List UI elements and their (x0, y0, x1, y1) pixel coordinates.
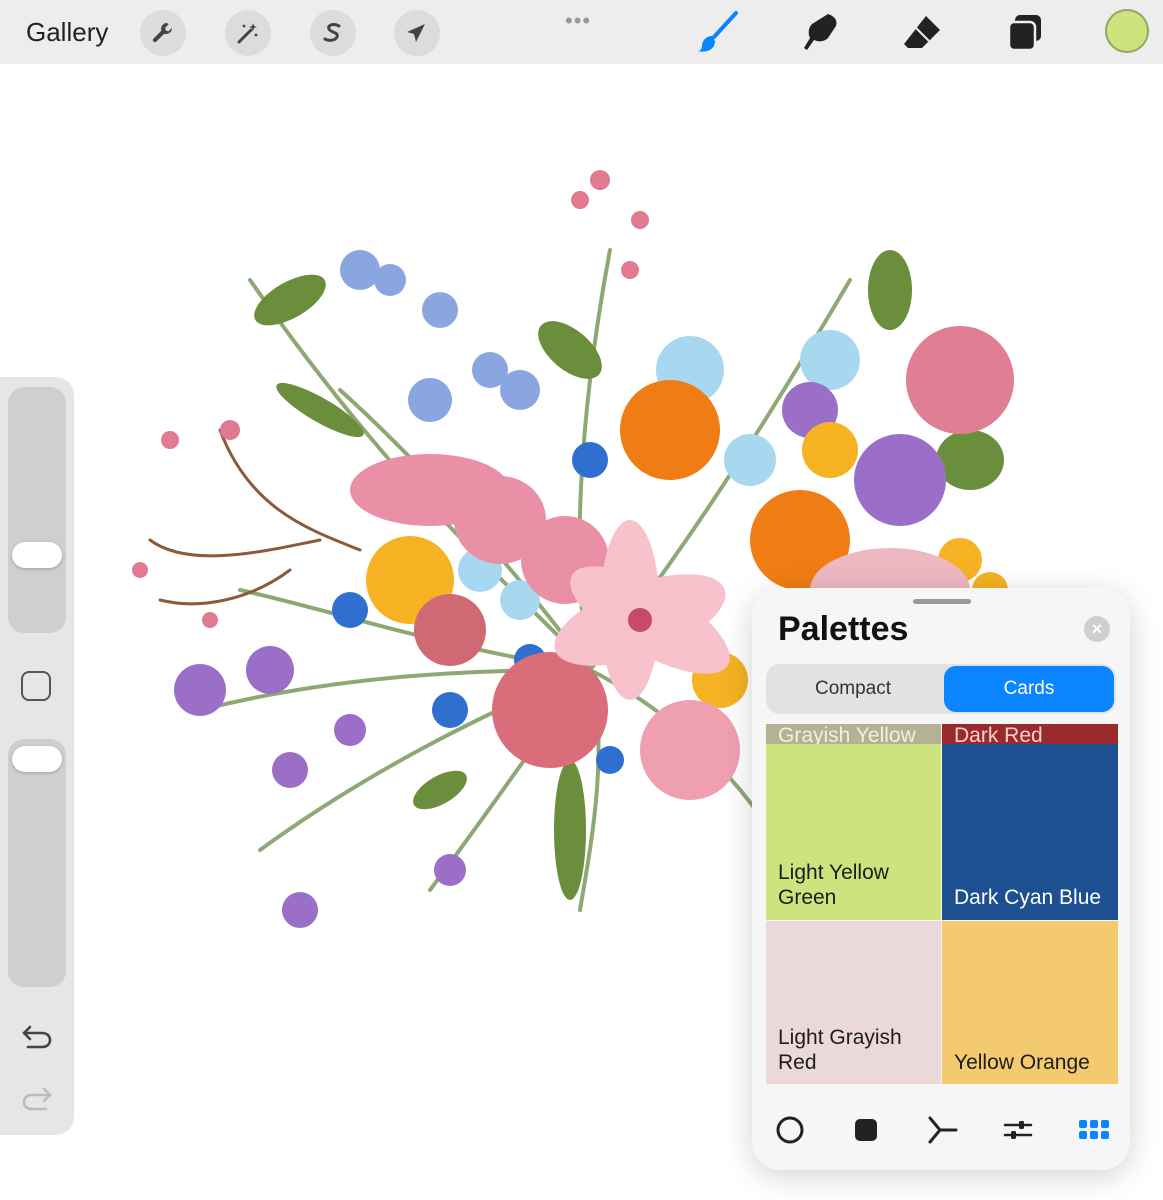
close-icon[interactable]: × (1084, 616, 1110, 642)
panel-grabber[interactable] (913, 599, 971, 604)
transform-arrow-icon[interactable] (394, 10, 440, 56)
classic-square-icon[interactable] (846, 1110, 886, 1150)
opacity-slider[interactable] (8, 739, 66, 987)
card-label: Yellow Orange (954, 1051, 1090, 1074)
card-label: Dark Cyan Blue (954, 886, 1102, 909)
tab-cards[interactable]: Cards (944, 666, 1114, 712)
brush-size-thumb[interactable] (12, 542, 62, 568)
actions-wrench-icon[interactable] (140, 10, 186, 56)
color-card-light-grayish-red[interactable]: Light Grayish Red (766, 921, 941, 1084)
undo-icon[interactable] (20, 1021, 54, 1051)
selection-s-icon[interactable] (310, 10, 356, 56)
layers-icon[interactable] (1003, 10, 1047, 54)
harmony-icon[interactable] (922, 1110, 962, 1150)
card-label: Light Grayish Red (778, 1026, 902, 1074)
opacity-thumb[interactable] (12, 746, 62, 772)
modify-button[interactable] (21, 671, 51, 701)
palettes-panel: Palettes × Compact Cards Grayish Yellow … (752, 588, 1130, 1170)
eraser-icon[interactable] (900, 10, 944, 54)
adjustments-magic-wand-icon[interactable] (225, 10, 271, 56)
view-mode-segmented-control: Compact Cards (766, 664, 1116, 714)
color-card-light-yellow-green[interactable]: Light Yellow Green (766, 744, 941, 920)
disc-icon[interactable] (770, 1110, 810, 1150)
color-card-yellow-orange[interactable]: Yellow Orange (942, 921, 1118, 1084)
gallery-button[interactable]: Gallery (26, 17, 108, 48)
smudge-icon[interactable] (798, 10, 842, 54)
color-card-dark-cyan-blue[interactable]: Dark Cyan Blue (942, 744, 1118, 920)
palettes-grid-icon[interactable] (1074, 1110, 1114, 1150)
color-card-dark-red[interactable]: Dark Red (942, 724, 1118, 747)
sidebar (0, 377, 74, 1135)
color-mode-bar (752, 1098, 1130, 1170)
palette-cards-grid: Grayish Yellow Dark Red Light Yellow Gre… (766, 724, 1118, 1084)
card-label: Light Yellow Green (778, 861, 889, 909)
redo-icon[interactable] (20, 1083, 54, 1113)
brush-icon[interactable] (696, 10, 740, 54)
tab-compact[interactable]: Compact (768, 666, 938, 712)
value-sliders-icon[interactable] (998, 1110, 1038, 1150)
top-toolbar: Gallery ••• (0, 0, 1163, 64)
color-card-grayish-yellow[interactable]: Grayish Yellow (766, 724, 941, 747)
more-options-dots[interactable]: ••• (565, 8, 591, 34)
brush-size-slider[interactable] (8, 387, 66, 633)
panel-title: Palettes (778, 610, 909, 648)
current-color-swatch[interactable] (1105, 9, 1149, 53)
